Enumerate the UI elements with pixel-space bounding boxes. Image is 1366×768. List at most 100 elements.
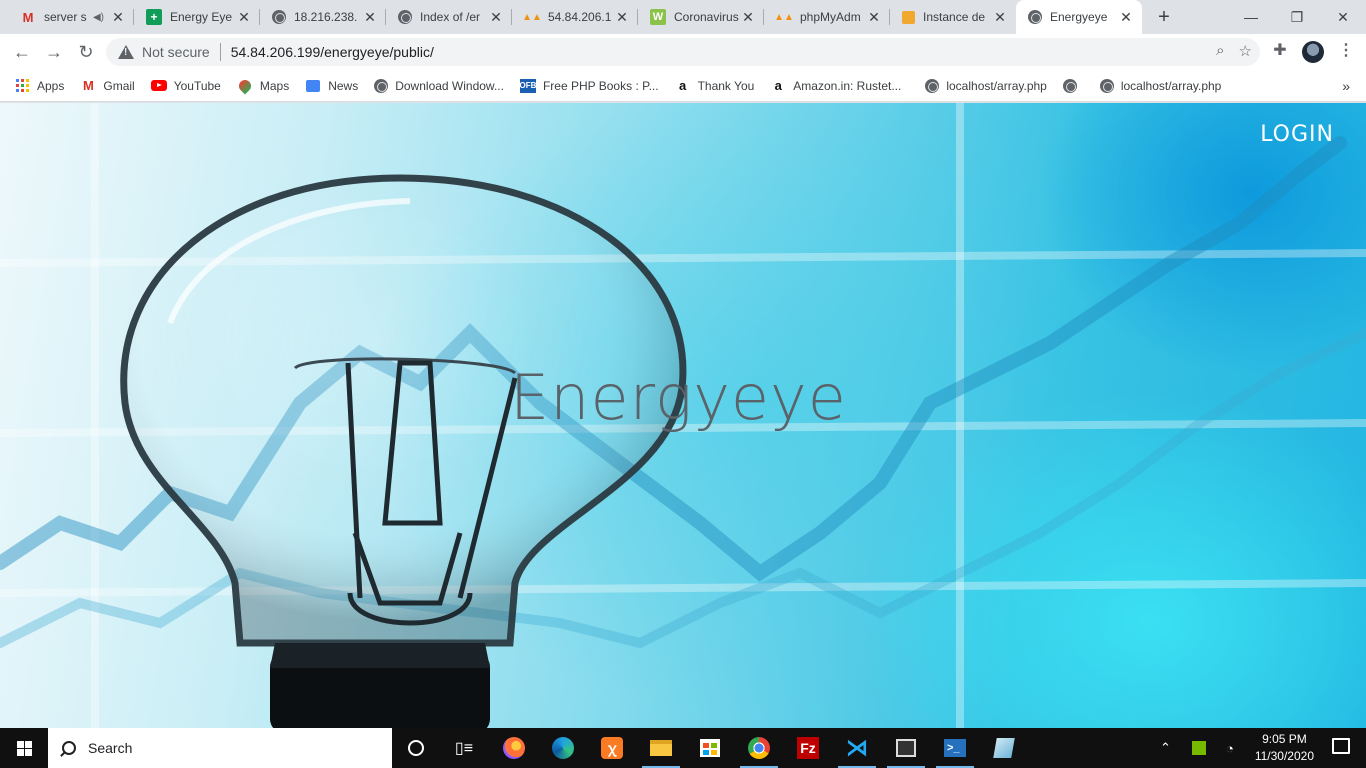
bookmark-news[interactable]: News bbox=[305, 78, 358, 94]
close-icon[interactable]: ✕ bbox=[488, 9, 504, 25]
tab-title: 54.84.206.1 bbox=[548, 10, 612, 24]
tab-energyeye[interactable]: Energyeye ✕ bbox=[1016, 0, 1142, 34]
url-text[interactable]: 54.84.206.199/energyeye/public/ bbox=[231, 44, 434, 60]
bookmark-localhost-array[interactable]: localhost/array.php bbox=[925, 78, 1047, 93]
apps-icon bbox=[14, 78, 30, 94]
tab-title: Energy Eye bbox=[170, 10, 233, 24]
bookmark-thank-you[interactable]: a Thank You bbox=[675, 78, 755, 94]
bookmark-gmail[interactable]: M Gmail bbox=[80, 78, 135, 94]
tab-index-of[interactable]: Index of /er ✕ bbox=[386, 0, 512, 34]
tab-ip-18[interactable]: 18.216.238. ✕ bbox=[260, 0, 386, 34]
powershell-icon[interactable]: >_ bbox=[941, 734, 969, 762]
speaker-icon[interactable]: ◀) bbox=[93, 12, 104, 23]
tab-title: Energyeye bbox=[1050, 10, 1108, 24]
globe-icon bbox=[925, 78, 940, 93]
taskbar-clock[interactable]: 9:05 PM 11/30/2020 bbox=[1255, 731, 1314, 765]
bookmark-free-php-books[interactable]: OFB Free PHP Books : P... bbox=[520, 78, 659, 93]
tab-title: Instance de bbox=[923, 10, 986, 24]
bookmark-label: localhost/array.php bbox=[946, 78, 1047, 93]
terminal-window-icon[interactable] bbox=[892, 734, 920, 762]
address-bar[interactable]: Not secure 54.84.206.199/energyeye/publi… bbox=[106, 38, 1260, 66]
bookmark-localhost-array-2[interactable]: localhost/array.php bbox=[1099, 78, 1221, 93]
close-icon[interactable]: ✕ bbox=[362, 9, 378, 25]
close-icon[interactable]: ✕ bbox=[1118, 9, 1134, 25]
bookmark-unnamed[interactable] bbox=[1062, 78, 1084, 93]
bookmark-label: YouTube bbox=[173, 78, 221, 93]
browser-toolbar: ← → ↻ Not secure 54.84.206.199/energyeye… bbox=[0, 34, 1366, 70]
store-icon[interactable] bbox=[696, 734, 724, 762]
reload-button[interactable]: ↻ bbox=[74, 40, 98, 64]
clock-time: 9:05 PM bbox=[1262, 732, 1307, 746]
bookmark-apps[interactable]: Apps bbox=[14, 78, 64, 94]
warning-icon[interactable] bbox=[118, 44, 134, 60]
restore-button[interactable]: ❐ bbox=[1274, 0, 1320, 34]
ofb-icon: OFB bbox=[520, 78, 536, 93]
close-icon[interactable]: ✕ bbox=[866, 9, 882, 25]
tab-ip-54[interactable]: ▲▲ 54.84.206.1 ✕ bbox=[512, 0, 638, 34]
bookmark-maps[interactable]: Maps bbox=[236, 77, 289, 94]
bookmark-label: Free PHP Books : P... bbox=[542, 78, 659, 93]
taskbar-search[interactable]: Search bbox=[48, 728, 392, 768]
lightbulb-image bbox=[120, 174, 687, 728]
xampp-icon[interactable]: ꭓ bbox=[598, 734, 626, 762]
chrome-icon[interactable] bbox=[745, 734, 773, 762]
notifications-icon[interactable] bbox=[1332, 738, 1350, 754]
phpmyadmin-icon: ▲▲ bbox=[522, 11, 542, 23]
vscode-icon[interactable]: ⋊ bbox=[843, 734, 871, 762]
search-placeholder: Search bbox=[88, 740, 133, 756]
globe-icon bbox=[1062, 78, 1077, 93]
amazon-icon: a bbox=[774, 78, 782, 93]
cortana-icon[interactable] bbox=[402, 734, 430, 762]
windows-logo-icon bbox=[16, 740, 32, 756]
tab-energy-eye-sheet[interactable]: + Energy Eye ✕ bbox=[134, 0, 260, 34]
tab-coronavirus[interactable]: W Coronavirus ✕ bbox=[638, 0, 764, 34]
task-view-icon[interactable]: ▯≡ bbox=[450, 734, 478, 762]
zoom-icon[interactable]: ⌕ bbox=[1216, 42, 1224, 60]
start-button[interactable] bbox=[0, 728, 48, 768]
windows-taskbar: Search ▯≡ ꭓ Fz ⋊ >_ ⌃ ◔ 9:05 PM 11/30/20… bbox=[0, 728, 1366, 768]
filezilla-icon[interactable]: Fz bbox=[794, 734, 822, 762]
bookmark-label: Thank You bbox=[697, 78, 755, 93]
profile-avatar[interactable] bbox=[1302, 41, 1324, 63]
new-tab-button[interactable]: + bbox=[1154, 7, 1174, 27]
bookmark-label: Gmail bbox=[103, 78, 135, 93]
tab-gmail[interactable]: M server s ◀) ✕ bbox=[8, 0, 134, 34]
back-button[interactable]: ← bbox=[10, 40, 34, 64]
menu-icon[interactable]: ⋮ bbox=[1338, 40, 1354, 62]
close-icon[interactable]: ✕ bbox=[236, 9, 252, 25]
search-icon bbox=[62, 741, 76, 755]
bookmark-label: Apps bbox=[37, 78, 65, 93]
globe-icon bbox=[1099, 78, 1114, 93]
bookmark-download-windows[interactable]: Download Window... bbox=[374, 78, 504, 93]
close-icon[interactable]: ✕ bbox=[992, 9, 1008, 25]
tab-instance[interactable]: Instance de ✕ bbox=[890, 0, 1016, 34]
login-link[interactable]: LOGIN bbox=[1260, 122, 1334, 147]
minimize-button[interactable]: — bbox=[1228, 0, 1274, 34]
globe-icon bbox=[398, 10, 412, 24]
bookmarks-bar: Apps M Gmail YouTube Maps News Download … bbox=[0, 70, 1366, 102]
close-icon[interactable]: ✕ bbox=[110, 9, 126, 25]
bookmark-label: News bbox=[328, 78, 359, 93]
close-icon[interactable]: ✕ bbox=[740, 9, 756, 25]
file-explorer-icon[interactable] bbox=[647, 734, 675, 762]
amazon-icon: a bbox=[678, 78, 687, 93]
forward-button[interactable]: → bbox=[42, 40, 66, 64]
tray-overflow-icon[interactable]: ⌃ bbox=[1160, 728, 1171, 768]
tab-phpmyadmin[interactable]: ▲▲ phpMyAdm ✕ bbox=[764, 0, 890, 34]
extensions-icon[interactable]: ✚ bbox=[1270, 40, 1290, 60]
bookmark-youtube[interactable]: YouTube bbox=[150, 78, 221, 94]
close-icon[interactable]: ✕ bbox=[614, 9, 630, 25]
notes-app-icon[interactable] bbox=[990, 734, 1018, 762]
security-label[interactable]: Not secure bbox=[142, 44, 210, 60]
hero-title: Energyeye bbox=[510, 361, 847, 434]
edge-icon[interactable] bbox=[549, 734, 577, 762]
bookmark-star-icon[interactable]: ☆ bbox=[1239, 42, 1252, 60]
firefox-icon[interactable] bbox=[500, 734, 528, 762]
close-window-button[interactable]: ✕ bbox=[1320, 0, 1366, 34]
tab-title: 18.216.238. bbox=[294, 10, 358, 24]
wifi-icon[interactable]: ◔ bbox=[1226, 728, 1234, 768]
gmail-icon: M bbox=[82, 78, 94, 93]
bookmark-amazon[interactable]: a Amazon.in: Rustet... bbox=[770, 78, 902, 94]
more-bookmarks-icon[interactable]: » bbox=[1342, 78, 1350, 94]
nvidia-tray-icon[interactable] bbox=[1192, 728, 1206, 768]
